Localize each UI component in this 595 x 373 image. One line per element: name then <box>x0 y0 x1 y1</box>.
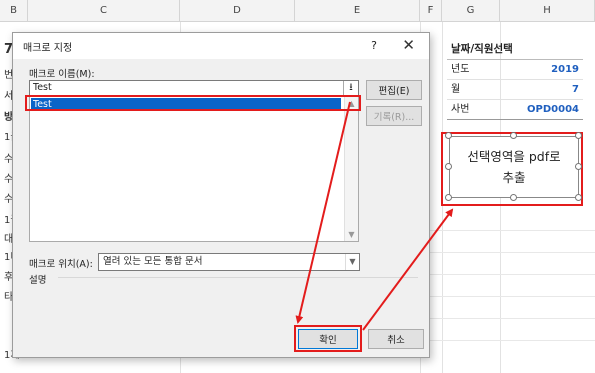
arrow-list-to-ok <box>295 101 351 324</box>
annotation-arrows <box>295 101 454 331</box>
arrow-ok-to-shape <box>362 208 454 331</box>
